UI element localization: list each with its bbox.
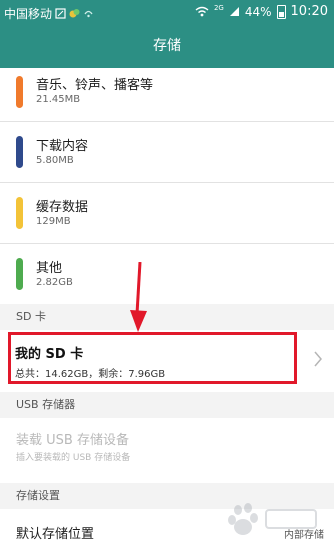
category-name: 下载内容 (36, 139, 89, 154)
section-header-label: SD 卡 (16, 310, 46, 323)
sim-icon (55, 8, 66, 19)
status-bar: 中国移动 2G 44% 10:20 (0, 0, 334, 26)
category-size: 5.80MB (36, 155, 74, 166)
section-header-label: USB 存储器 (16, 398, 76, 411)
clock: 10:20 (290, 4, 328, 19)
sd-card-item[interactable]: 我的 SD 卡 总共：14.62GB，剩余：7.96GB (0, 331, 334, 391)
list-item-cache[interactable]: 缓存数据 129MB (0, 183, 334, 243)
network-type: 2G (213, 3, 224, 12)
category-color-bar (16, 76, 23, 108)
signal-icon (229, 7, 239, 16)
storage-list[interactable]: 音乐、铃声、播客等 21.45MB 下载内容 5.80MB 缓存数据 129MB… (0, 68, 334, 549)
carrier-label: 中国移动 (4, 7, 53, 21)
mount-usb-title: 装载 USB 存储设备 (16, 433, 129, 448)
annotation-arrow-icon (130, 262, 147, 332)
wifi-icon (195, 6, 209, 17)
category-size: 129MB (36, 216, 71, 227)
title-bar: 存储 (0, 26, 334, 68)
battery-icon (276, 4, 286, 19)
watermark-logo (228, 503, 317, 535)
chevron-right-icon (314, 351, 322, 367)
list-item-music[interactable]: 音乐、铃声、播客等 21.45MB (0, 68, 334, 126)
category-name: 缓存数据 (36, 200, 89, 215)
notification-icon (69, 9, 80, 18)
category-name: 音乐、铃声、播客等 (36, 78, 154, 93)
list-item-downloads[interactable]: 下载内容 5.80MB (0, 122, 334, 182)
default-location-label: 默认存储位置 (16, 527, 95, 542)
category-color-bar (16, 197, 23, 229)
category-color-bar (16, 258, 23, 290)
sd-card-title: 我的 SD 卡 (15, 347, 84, 362)
sync-icon (84, 10, 93, 18)
section-header-label: 存储设置 (16, 489, 60, 502)
list-item-other[interactable]: 其他 2.82GB (0, 244, 334, 304)
mount-usb-subtitle: 插入要装载的 USB 存储设备 (16, 453, 131, 463)
page-title: 存储 (153, 38, 181, 54)
mount-usb-item: 装载 USB 存储设备 插入要装载的 USB 存储设备 (0, 419, 334, 469)
category-color-bar (16, 136, 23, 168)
sd-card-detail: 总共：14.62GB，剩余：7.96GB (15, 369, 166, 380)
section-header-usb: USB 存储器 (0, 392, 334, 418)
battery-percent: 44% (244, 4, 272, 19)
category-name: 其他 (36, 261, 63, 276)
category-size: 2.82GB (36, 277, 73, 288)
section-header-sd: SD 卡 (0, 304, 334, 330)
category-size: 21.45MB (36, 94, 81, 105)
